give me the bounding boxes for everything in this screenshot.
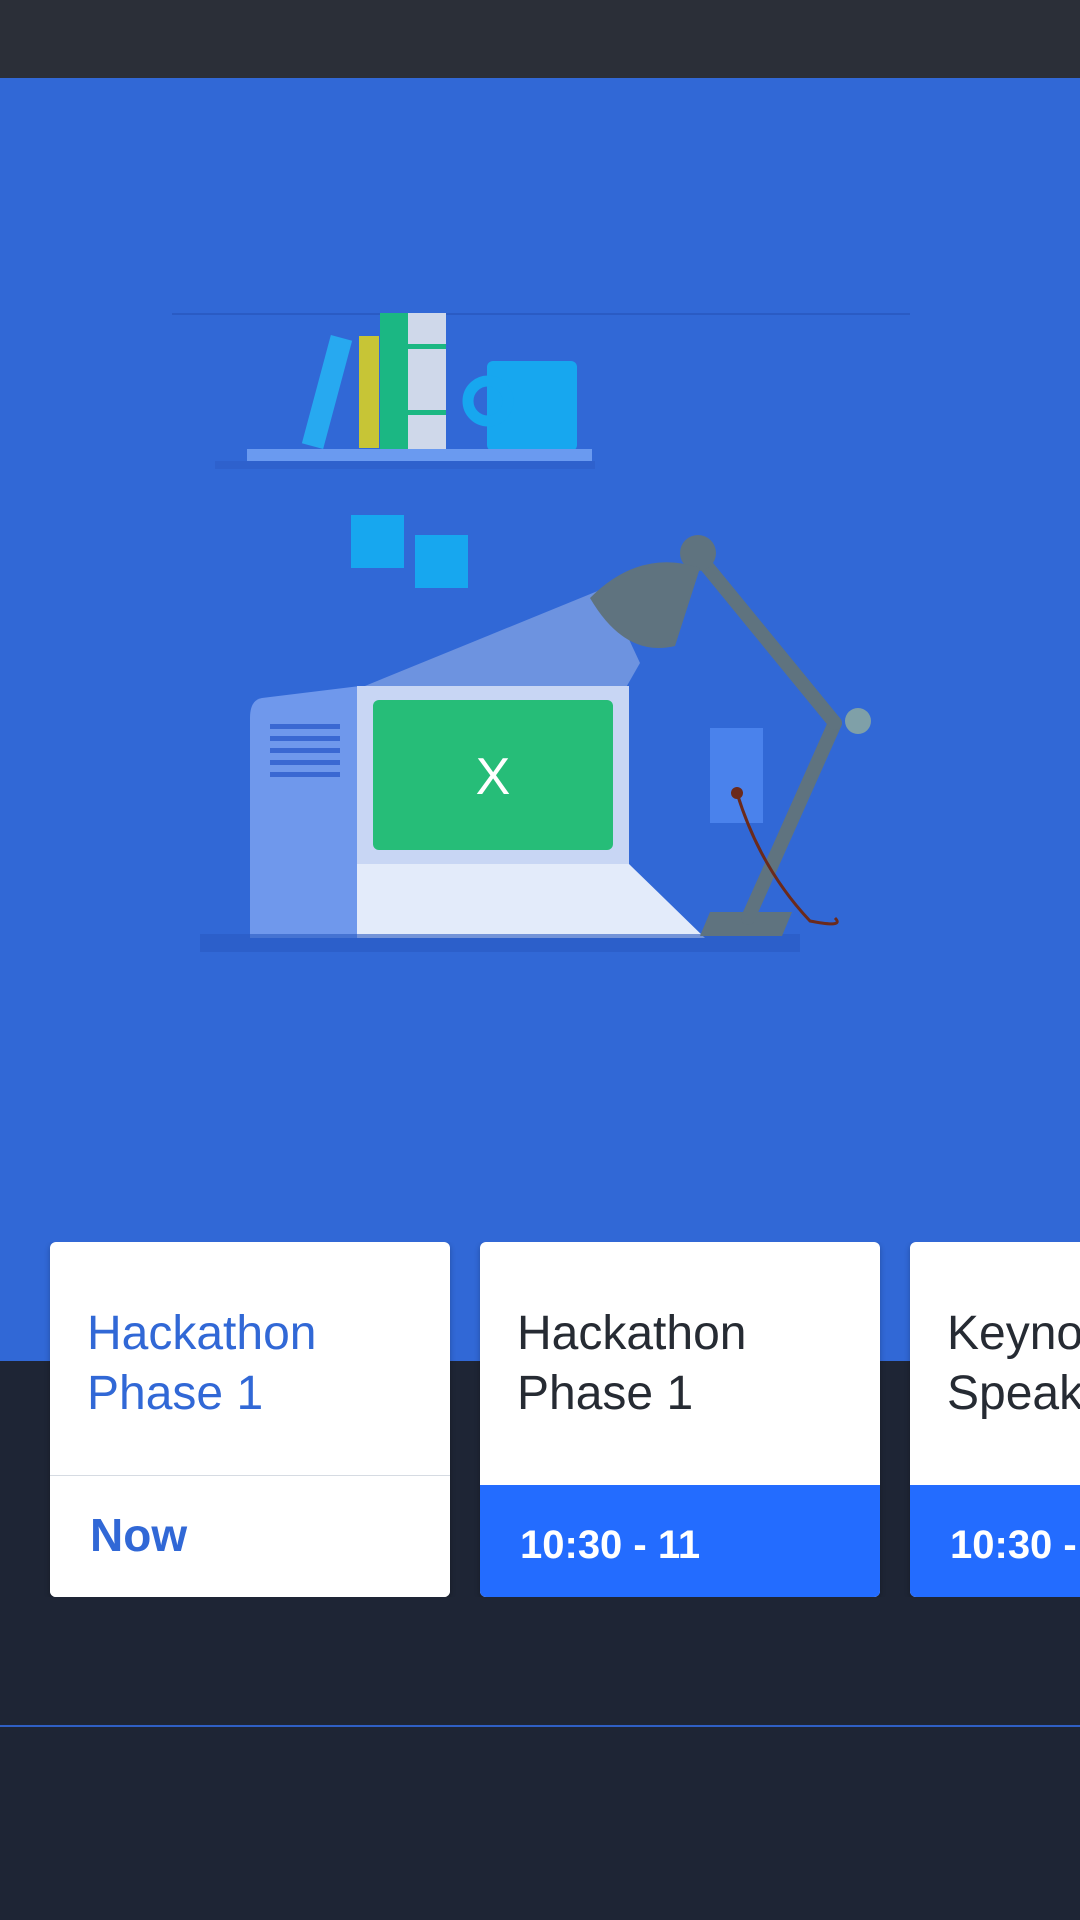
session-title: Hackathon Phase 1 [87,1307,317,1420]
mug-icon [462,361,577,451]
shelf [247,449,592,461]
session-time: 10:30 - [950,1523,1077,1567]
books-icon [301,313,446,449]
session-carousel[interactable]: Hackathon Phase 1 Now Hackathon Phase 1 … [0,1242,1080,1597]
status-bar [0,0,1080,78]
power-outlet [710,728,763,823]
session-card[interactable]: Keyno Speak 10:30 - [910,1242,1080,1597]
screen-letter: X [476,748,511,806]
session-time-bar: 10:30 - 11 [480,1485,880,1597]
sticky-note [415,535,468,588]
session-time-bar: 10:30 - [910,1485,1080,1597]
session-time: Now [90,1509,188,1561]
session-title: Keyno Speak [947,1307,1080,1420]
sticky-note [351,515,404,568]
computer-case [250,686,360,938]
session-card[interactable]: Hackathon Phase 1 10:30 - 11 [480,1242,880,1597]
session-card-now[interactable]: Hackathon Phase 1 Now [50,1242,450,1597]
divider [0,1725,1080,1727]
keyboard-base [357,864,705,938]
session-time-bar: Now [50,1475,450,1597]
hero-banner: X [0,78,1080,1361]
session-title: Hackathon Phase 1 [517,1307,747,1420]
desk-computer-lamp-illustration: X [172,313,910,952]
session-time: 10:30 - 11 [520,1523,701,1567]
